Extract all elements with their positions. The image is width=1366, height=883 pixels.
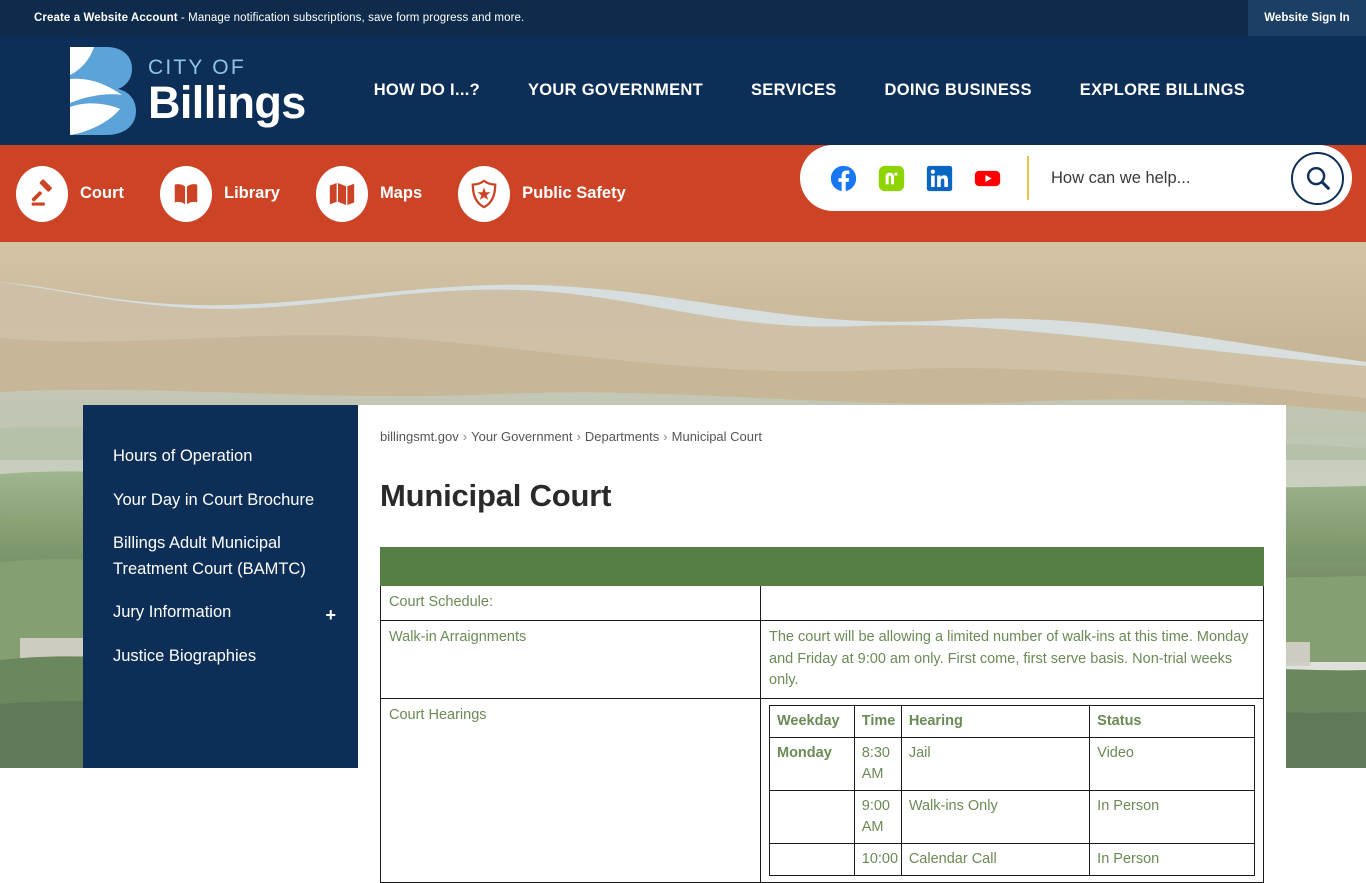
page-title: Municipal Court	[380, 478, 612, 513]
breadcrumb-separator: ›	[462, 429, 468, 444]
book-icon	[160, 165, 212, 222]
create-account-strong: Create a Website Account	[34, 12, 178, 24]
cell-status: In Person	[1089, 843, 1255, 877]
breadcrumb-item-home[interactable]: billingsmt.gov	[380, 429, 459, 444]
main-content-panel: billingsmt.gov › Your Government › Departmen…	[358, 405, 1286, 883]
cell-time: 10:00	[853, 843, 902, 877]
cell-time: 9:00 AM	[853, 790, 902, 845]
sidebar-item-justice-biographies[interactable]: Justice Biographies	[83, 635, 358, 679]
city-of-billings-logo-icon	[70, 46, 136, 135]
site-header: CITY OF Billings HOW DO I...? YOUR GOVER…	[0, 36, 1366, 145]
nextdoor-icon[interactable]	[878, 165, 905, 192]
quick-link-library[interactable]: Library	[160, 165, 280, 222]
hearings-table-header-row: Weekday Time Hearing Status	[769, 704, 1255, 739]
linkedin-icon[interactable]	[926, 165, 953, 192]
hearings-table: Weekday Time Hearing Status Monday 8:30 …	[769, 704, 1255, 877]
nav-item-explore-billings[interactable]: EXPLORE BILLINGS	[1080, 81, 1245, 100]
table-row: 10:00 Calendar Call In Person	[769, 843, 1255, 877]
cell-hearing: Jail	[900, 737, 1091, 792]
quick-link-maps[interactable]: Maps	[315, 165, 423, 222]
search-icon	[1306, 166, 1330, 190]
primary-navigation: HOW DO I...? YOUR GOVERNMENT SERVICES DO…	[374, 81, 1245, 100]
sidebar-item-label: Jury Information	[113, 603, 232, 622]
search-pod	[800, 145, 1352, 211]
table-row: 9:00 AM Walk-ins Only In Person	[769, 790, 1255, 845]
quick-link-court-label: Court	[80, 184, 124, 202]
nav-item-doing-business[interactable]: DOING BUSINESS	[885, 81, 1032, 100]
youtube-icon[interactable]	[974, 165, 1001, 192]
table-header-cell-right	[760, 547, 1264, 586]
badge-icon	[458, 165, 511, 222]
nav-item-services[interactable]: SERVICES	[751, 81, 837, 100]
sidebar-item-label: Billings Adult Municipal Treatment Court…	[113, 534, 306, 578]
quick-links-bar: Court Library Maps Public Safety How can…	[0, 145, 1366, 242]
sidebar-item-label: Your Day in Court Brochure	[113, 490, 315, 509]
expand-plus-icon[interactable]: +	[325, 602, 336, 630]
nav-item-your-government[interactable]: YOUR GOVERNMENT	[528, 81, 703, 100]
table-row-walk-in-arraignments: Walk-in Arraignments The court will be a…	[380, 619, 1264, 700]
cell-walk-in-arraignments-label: Walk-in Arraignments	[380, 619, 761, 700]
cell-weekday	[769, 790, 855, 845]
page-content-overlay: Hours of Operation Your Day in Court Bro…	[0, 405, 1366, 883]
sidebar-item-label: Hours of Operation	[113, 447, 253, 465]
social-links	[830, 165, 1001, 192]
cell-status: In Person	[1089, 790, 1255, 845]
sidebar-item-bamtc[interactable]: Billings Adult Municipal Treatment Court…	[83, 522, 358, 591]
website-sign-in-button[interactable]: Website Sign In	[1248, 0, 1366, 36]
create-account-rest: - Manage notification subscriptions, sav…	[177, 12, 525, 24]
cell-court-schedule-value	[760, 585, 1264, 621]
breadcrumb-separator: ›	[663, 429, 668, 444]
cell-court-hearings-nested: Weekday Time Hearing Status Monday 8:30 …	[760, 697, 1264, 883]
cell-weekday: Monday	[769, 737, 855, 792]
hearings-col-time: Time	[853, 704, 902, 739]
quick-link-public-safety[interactable]: Public Safety	[458, 165, 626, 222]
quick-link-court[interactable]: Court	[16, 165, 124, 222]
hearings-col-hearing: Hearing	[900, 704, 1091, 739]
site-logo[interactable]: CITY OF Billings	[60, 45, 306, 137]
quick-link-public-safety-label: Public Safety	[522, 184, 626, 202]
quick-link-maps-label: Maps	[379, 184, 423, 202]
quick-links-group: Court Library Maps Public Safety	[16, 165, 662, 222]
search-input[interactable]	[1051, 168, 1291, 188]
table-row: Monday 8:30 AM Jail Video	[769, 737, 1255, 792]
court-schedule-table: Court Schedule: Walk-in Arraignments The…	[380, 547, 1264, 883]
utility-top-bar: Create a Website Account - Manage notifi…	[0, 0, 1366, 36]
sidebar-item-jury-information[interactable]: Jury Information +	[83, 591, 358, 635]
create-account-message[interactable]: Create a Website Account - Manage notifi…	[34, 12, 524, 24]
breadcrumb-separator: ›	[576, 429, 581, 444]
cell-time: 8:30 AM	[853, 737, 902, 792]
breadcrumb-item-your-government[interactable]: Your Government	[471, 429, 572, 444]
cell-status: Video	[1089, 737, 1255, 792]
logo-name-text: Billings	[148, 76, 306, 128]
search-divider	[1027, 156, 1029, 200]
map-icon	[315, 165, 368, 222]
table-row-court-schedule: Court Schedule:	[380, 585, 1264, 621]
secondary-sidebar-nav: Hours of Operation Your Day in Court Bro…	[83, 405, 358, 768]
sidebar-item-label: Justice Biographies	[113, 646, 257, 665]
breadcrumb-item-departments[interactable]: Departments	[585, 429, 659, 444]
breadcrumb: billingsmt.gov › Your Government › Departmen…	[380, 429, 1264, 444]
cell-court-schedule-label: Court Schedule:	[380, 585, 761, 621]
sidebar-item-hours-of-operation[interactable]: Hours of Operation	[83, 435, 358, 479]
quick-link-library-label: Library	[224, 184, 280, 202]
cell-weekday	[769, 843, 855, 877]
hearings-col-weekday: Weekday	[769, 704, 855, 739]
sidebar-item-your-day-in-court-brochure[interactable]: Your Day in Court Brochure	[83, 479, 358, 523]
table-header-cell-left	[380, 547, 761, 586]
search-button[interactable]	[1291, 151, 1344, 205]
table-row-court-hearings: Court Hearings Weekday Time Hearing Stat…	[380, 697, 1264, 883]
cell-hearing: Walk-ins Only	[900, 790, 1091, 845]
cell-hearing: Calendar Call	[900, 843, 1091, 877]
cell-court-hearings-label: Court Hearings	[380, 697, 761, 883]
breadcrumb-item-municipal-court[interactable]: Municipal Court	[672, 429, 762, 444]
nav-item-how-do-i[interactable]: HOW DO I...?	[374, 81, 480, 100]
facebook-icon[interactable]	[830, 165, 857, 192]
gavel-icon	[16, 165, 68, 222]
cell-walk-in-arraignments-text: The court will be allowing a limited num…	[760, 619, 1264, 700]
logo-city-text: CITY OF	[148, 55, 246, 79]
hearings-col-status: Status	[1089, 704, 1255, 739]
table-row-header	[380, 547, 1264, 586]
